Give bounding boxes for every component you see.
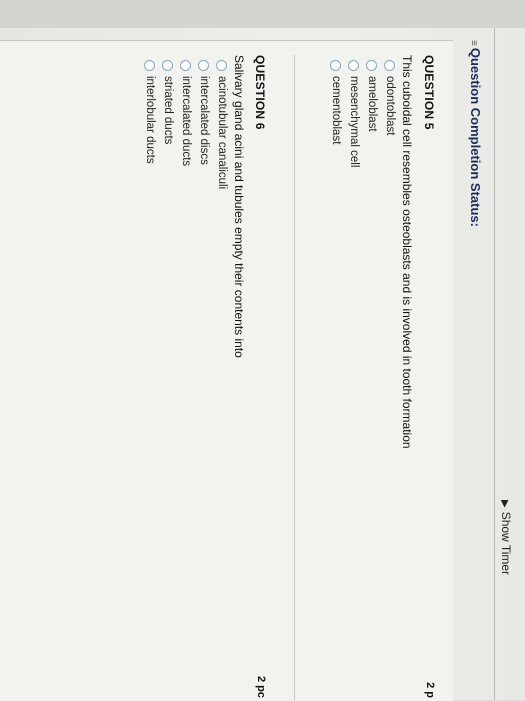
show-timer-label: Show Timer bbox=[499, 511, 513, 576]
question-6-option[interactable]: interlobular ducts bbox=[144, 60, 156, 164]
triangle-right-icon: ▶ bbox=[499, 500, 510, 508]
radio-button[interactable] bbox=[216, 60, 228, 71]
question-divider bbox=[294, 55, 295, 700]
question-6-option[interactable]: intercalated ducts bbox=[180, 60, 192, 166]
question-6-points: 2 pc bbox=[255, 675, 267, 698]
radio-button[interactable] bbox=[384, 60, 396, 71]
radio-button[interactable] bbox=[366, 60, 378, 71]
question-5-heading: QUESTION 5 bbox=[422, 55, 436, 130]
show-timer-toggle[interactable]: ▶ Show Timer bbox=[499, 500, 513, 575]
question-6-option[interactable]: acinotubular canaliculi bbox=[216, 60, 228, 189]
completion-status-label: Question Completion Status: bbox=[468, 47, 483, 227]
radio-button[interactable] bbox=[330, 60, 342, 71]
option-label: odontoblast bbox=[384, 76, 396, 136]
question-5-points: 2 p bbox=[424, 682, 436, 698]
radio-button[interactable] bbox=[144, 60, 156, 71]
question-completion-status[interactable]: ≡Question Completion Status: bbox=[468, 40, 483, 227]
rotated-screen: ▶ Show Timer ≡Question Completion Status:… bbox=[0, 0, 525, 701]
header-divider bbox=[494, 28, 495, 700]
option-label: acinotubular canaliculi bbox=[216, 76, 228, 190]
question-5-option[interactable]: ameloblast bbox=[366, 60, 378, 132]
question-5-option[interactable]: cementoblast bbox=[330, 60, 342, 144]
radio-button[interactable] bbox=[348, 60, 360, 71]
radio-button[interactable] bbox=[162, 60, 174, 71]
question-5-option[interactable]: odontoblast bbox=[384, 60, 396, 135]
radio-button[interactable] bbox=[198, 60, 210, 71]
question-6-option[interactable]: striated ducts bbox=[162, 60, 174, 144]
option-label: intercalated discs bbox=[198, 76, 210, 165]
option-label: striated ducts bbox=[162, 76, 174, 145]
option-label: cementoblast bbox=[330, 76, 342, 145]
left-margin bbox=[0, 0, 525, 28]
question-6-option[interactable]: intercalated discs bbox=[198, 60, 210, 165]
option-label: intercalated ducts bbox=[180, 76, 192, 167]
question-6-prompt: Salivary gland acini and tubules empty t… bbox=[232, 55, 246, 358]
option-label: mesenchymal cell bbox=[348, 76, 360, 168]
radio-button[interactable] bbox=[180, 60, 192, 71]
question-5-option[interactable]: mesenchymal cell bbox=[348, 60, 360, 167]
question-6-heading: QUESTION 6 bbox=[253, 55, 267, 130]
option-label: interlobular ducts bbox=[144, 76, 156, 164]
question-5-prompt: This cuboidal cell resembles osteoblasts… bbox=[400, 55, 414, 449]
option-label: ameloblast bbox=[366, 76, 378, 132]
chevron-down-icon: ≡ bbox=[468, 40, 479, 46]
